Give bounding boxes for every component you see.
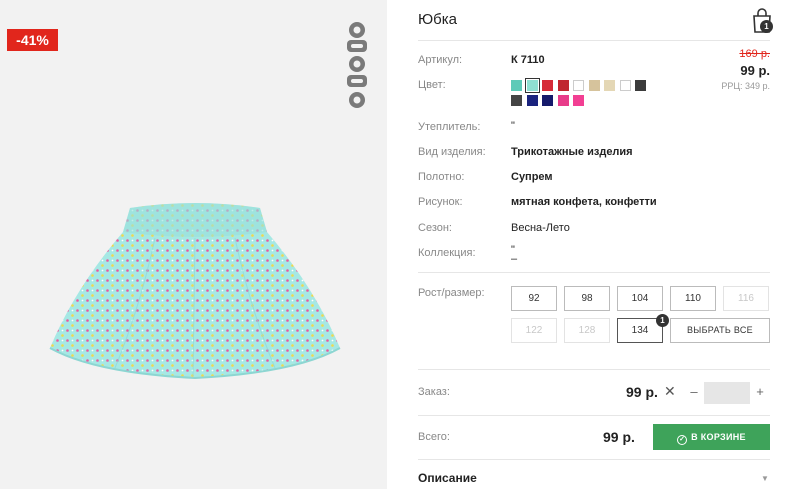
divider xyxy=(418,459,770,460)
fabric-value: Супрем xyxy=(511,171,553,183)
product-type-value: Трикотажные изделия xyxy=(511,146,633,158)
quantity-input[interactable] xyxy=(704,382,750,404)
article-label: Артикул: xyxy=(418,54,463,66)
color-swatch[interactable] xyxy=(573,95,584,106)
size-option-104[interactable]: 104 xyxy=(617,286,663,311)
color-swatch[interactable] xyxy=(511,95,522,106)
size-selected-badge: 1 xyxy=(656,314,669,327)
insulation-value: " xyxy=(511,120,515,132)
order-price: 99 р. xyxy=(626,384,658,400)
color-swatch[interactable] xyxy=(557,95,569,106)
collection-label: Коллекция: xyxy=(418,247,476,259)
quantity-plus-button[interactable]: + xyxy=(753,384,767,399)
divider xyxy=(418,40,770,41)
color-swatch[interactable] xyxy=(619,80,631,91)
skirt-image xyxy=(49,203,341,380)
product-title: Юбка xyxy=(418,11,457,28)
collection-value-dash: – xyxy=(511,253,518,265)
color-swatch[interactable] xyxy=(542,80,553,91)
size-option-122: 122 xyxy=(511,318,557,343)
article-value: К 7110 xyxy=(511,54,545,66)
order-label: Заказ: xyxy=(418,386,450,398)
description-title[interactable]: Описание xyxy=(418,471,477,485)
color-swatch[interactable] xyxy=(542,95,553,106)
in-cart-button[interactable]: ✓ В КОРЗИНЕ xyxy=(653,424,770,450)
pattern-value: мятная конфета, конфетти xyxy=(511,196,657,208)
season-value: Весна-Лето xyxy=(511,222,570,234)
remove-icon[interactable]: ✕ xyxy=(664,383,676,400)
recommended-retail-price: PPЦ: 349 р. xyxy=(721,81,770,91)
divider xyxy=(418,272,770,273)
cart-count-badge: 1 xyxy=(760,20,773,33)
color-swatch[interactable] xyxy=(588,80,600,91)
size-label: Рост/размер: xyxy=(418,287,485,299)
brand-logo xyxy=(347,22,367,108)
total-label: Всего: xyxy=(418,431,450,443)
size-option-116: 116 xyxy=(723,286,769,311)
discount-badge: -41% xyxy=(7,29,58,51)
fabric-label: Полотно: xyxy=(418,171,465,183)
color-swatch[interactable] xyxy=(526,95,538,106)
insulation-label: Утеплитель: xyxy=(418,121,481,133)
select-all-sizes-button[interactable]: ВЫБРАТЬ ВСЕ xyxy=(670,318,770,343)
size-option-110[interactable]: 110 xyxy=(670,286,716,311)
color-swatch[interactable] xyxy=(511,80,522,91)
color-swatch[interactable] xyxy=(635,80,646,91)
divider xyxy=(418,415,770,416)
old-price: 169 р. xyxy=(739,48,770,60)
size-option-92[interactable]: 92 xyxy=(511,286,557,311)
color-swatch[interactable] xyxy=(604,80,615,91)
quantity-minus-button[interactable]: – xyxy=(687,384,701,399)
season-label: Сезон: xyxy=(418,222,452,234)
color-swatch[interactable] xyxy=(524,78,540,93)
size-option-128: 128 xyxy=(564,318,610,343)
product-image-panel: -41% xyxy=(0,0,387,489)
chevron-down-icon[interactable]: ▼ xyxy=(761,474,769,483)
total-price: 99 р. xyxy=(603,429,635,445)
color-swatch[interactable] xyxy=(573,80,584,91)
size-option-98[interactable]: 98 xyxy=(564,286,610,311)
new-price: 99 р. xyxy=(740,63,770,78)
check-icon: ✓ xyxy=(677,435,688,445)
color-swatch[interactable] xyxy=(557,80,569,91)
product-type-label: Вид изделия: xyxy=(418,146,486,158)
divider xyxy=(418,369,770,370)
color-label: Цвет: xyxy=(418,79,446,91)
pattern-label: Рисунок: xyxy=(418,196,463,208)
in-cart-button-label: В КОРЗИНЕ xyxy=(691,432,746,442)
